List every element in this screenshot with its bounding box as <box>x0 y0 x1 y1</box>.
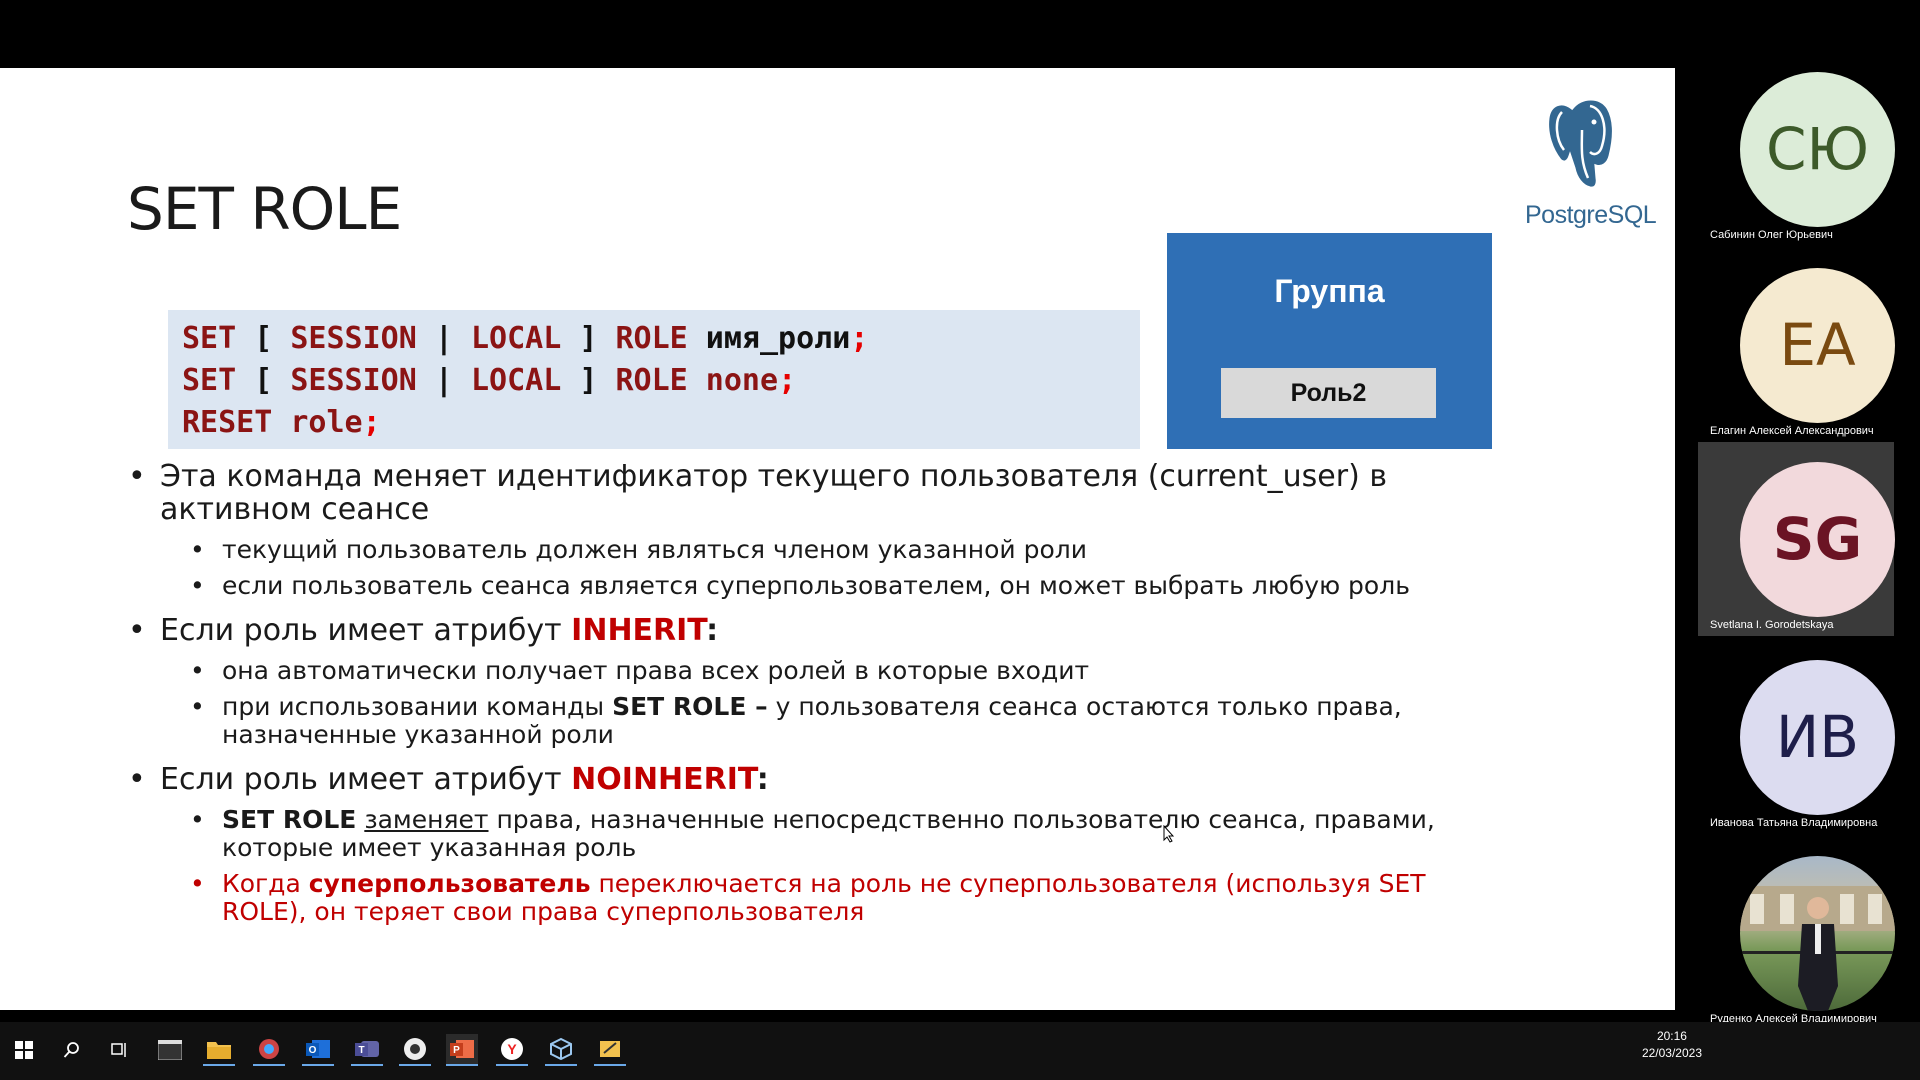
app-icon[interactable] <box>253 1034 285 1066</box>
sub-bullet-item: Когда суперпользователь переключается на… <box>128 870 1508 926</box>
svg-text:O: O <box>309 1045 317 1056</box>
participant-tile-active[interactable]: SG Svetlana I. Gorodetskaya <box>1698 442 1895 636</box>
svg-text:Y: Y <box>507 1041 517 1057</box>
code-line: RESET role; <box>182 405 381 440</box>
code-block: SET [ SESSION | LOCAL ] ROLE имя_роли; S… <box>168 310 1140 449</box>
presentation-slide: SET ROLE PostgreSQL SET [ SESSION | LOCA… <box>0 68 1675 1010</box>
bullet-item: Если роль имеет атрибут INHERIT: <box>128 614 1508 647</box>
avatar: ИВ <box>1740 660 1895 815</box>
file-explorer-icon[interactable] <box>203 1034 235 1066</box>
slide-title: SET ROLE <box>127 175 402 243</box>
sub-bullet-item: текущий пользователь должен являться чле… <box>128 536 1508 565</box>
svg-text:T: T <box>358 1045 364 1056</box>
powerpoint-icon[interactable]: P <box>446 1034 478 1066</box>
mouse-cursor-icon <box>1163 825 1175 843</box>
avatar: ЕА <box>1740 268 1895 423</box>
search-icon[interactable] <box>56 1034 88 1066</box>
role-box: Роль2 <box>1221 368 1436 418</box>
bullet-item: Если роль имеет атрибут NOINHERIT: <box>128 763 1508 796</box>
clock-date: 22/03/2023 <box>1641 1046 1702 1060</box>
browser-icon[interactable] <box>399 1034 431 1066</box>
participant-tile[interactable]: ЕА Елагин Алексей Александрович <box>1698 266 1895 458</box>
taskbar: O T P Y 20:16 22/03/2023 <box>0 1022 1920 1080</box>
app-icon-2[interactable] <box>594 1034 626 1066</box>
sub-bullet-item: если пользователь сеанса является суперп… <box>128 572 1508 601</box>
participant-tile[interactable]: Руденко Алексей Владимирович <box>1698 854 1895 1046</box>
avatar: СЮ <box>1740 72 1895 227</box>
participant-tile[interactable]: СЮ Сабинин Олег Юрьевич <box>1698 70 1895 262</box>
participant-name: Сабинин Олег Юрьевич <box>1710 229 1833 241</box>
group-label: Группа <box>1274 273 1385 309</box>
virtualbox-icon[interactable] <box>545 1034 577 1066</box>
bullet-item: Эта команда меняет идентификатор текущег… <box>128 460 1508 526</box>
sub-bullet-item: она автоматически получает права всех ро… <box>128 657 1508 686</box>
task-view-icon[interactable] <box>104 1034 136 1066</box>
teams-icon[interactable]: T <box>351 1034 383 1066</box>
bullet-list: Эта команда меняет идентификатор текущег… <box>128 460 1508 926</box>
yandex-browser-icon[interactable]: Y <box>496 1034 528 1066</box>
windows-start-icon[interactable] <box>8 1034 40 1066</box>
participant-name: Иванова Татьяна Владимировна <box>1710 817 1878 829</box>
svg-text:P: P <box>453 1045 460 1056</box>
terminal-icon[interactable] <box>154 1034 186 1066</box>
person-photo-icon <box>1740 886 1895 1011</box>
outlook-icon[interactable]: O <box>302 1034 334 1066</box>
avatar: SG <box>1740 462 1895 617</box>
code-line: SET [ SESSION | LOCAL ] ROLE имя_роли; <box>182 321 869 356</box>
system-clock[interactable]: 20:16 22/03/2023 <box>1642 1028 1702 1062</box>
participants-panel: СЮ Сабинин Олег Юрьевич ЕА Елагин Алексе… <box>1675 68 1920 1025</box>
participant-photo <box>1740 856 1895 1011</box>
clock-time: 20:16 <box>1656 1029 1687 1043</box>
postgresql-logo-text: PostgreSQL <box>1525 201 1657 229</box>
sub-bullet-item: при использовании команды SET ROLE – у п… <box>128 693 1508 749</box>
sub-bullet-item: SET ROLE заменяет права, назначенные неп… <box>128 806 1508 862</box>
group-diagram: Группа Роль2 <box>1167 233 1492 449</box>
participant-name: Елагин Алексей Александрович <box>1710 425 1874 437</box>
participant-name: Svetlana I. Gorodetskaya <box>1710 619 1834 631</box>
code-line: SET [ SESSION | LOCAL ] ROLE none; <box>182 363 797 398</box>
participant-tile[interactable]: ИВ Иванова Татьяна Владимировна <box>1698 658 1895 850</box>
